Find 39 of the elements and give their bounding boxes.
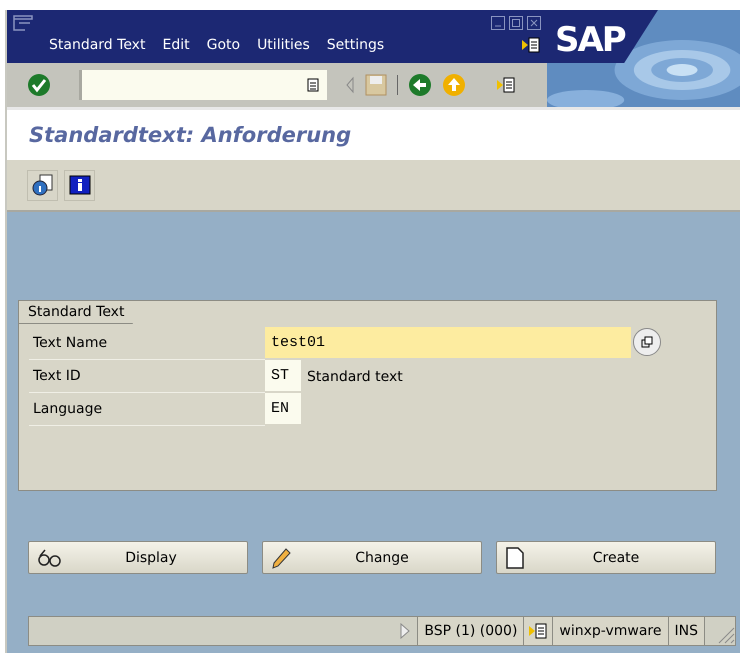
action-button[interactable]: Display bbox=[28, 541, 248, 574]
glasses-icon bbox=[37, 548, 63, 568]
screen-title: Standardtext: Anforderung bbox=[29, 123, 352, 147]
menu-list-icon[interactable] bbox=[521, 36, 541, 54]
insert-mode: INS bbox=[668, 617, 705, 645]
maximize-icon[interactable] bbox=[509, 16, 523, 30]
input-field[interactable]: ST bbox=[265, 360, 301, 391]
check-icon[interactable] bbox=[27, 73, 51, 97]
logo: SAP bbox=[555, 20, 625, 60]
command-field[interactable] bbox=[79, 70, 327, 100]
info-button[interactable] bbox=[64, 170, 95, 200]
document-info-icon bbox=[32, 174, 54, 196]
session-info: BSP (1) (000) bbox=[418, 617, 524, 645]
window-menu-icon[interactable] bbox=[13, 15, 33, 31]
value-help-button[interactable] bbox=[633, 328, 661, 356]
field-description: Standard text bbox=[306, 368, 403, 386]
back-icon[interactable] bbox=[408, 73, 432, 97]
server-info: winxp-vmware bbox=[553, 617, 668, 645]
document-icon bbox=[505, 546, 525, 568]
input-field[interactable]: test01 bbox=[265, 327, 631, 358]
menu-list-icon[interactable] bbox=[528, 622, 548, 640]
value-help-icon bbox=[641, 336, 653, 348]
menu-item[interactable]: Utilities bbox=[257, 37, 310, 53]
menu-item[interactable]: Goto bbox=[206, 37, 240, 53]
document-info-button[interactable] bbox=[27, 170, 58, 200]
close-icon[interactable] bbox=[527, 16, 541, 30]
menu-item[interactable]: Standard Text bbox=[49, 37, 146, 53]
info-icon bbox=[68, 175, 90, 195]
menu-list-icon[interactable] bbox=[496, 76, 516, 94]
expand-icon[interactable] bbox=[399, 622, 412, 640]
action-button[interactable]: Change bbox=[262, 541, 482, 574]
action-button[interactable]: Create bbox=[496, 541, 716, 574]
menu-item[interactable]: Edit bbox=[162, 37, 190, 53]
history-icon[interactable] bbox=[307, 78, 319, 92]
save-icon[interactable] bbox=[365, 74, 387, 96]
pencil-icon bbox=[271, 546, 291, 568]
input-field[interactable]: EN bbox=[265, 393, 301, 424]
minimize-icon[interactable] bbox=[491, 16, 505, 30]
menu-item[interactable]: Settings bbox=[326, 37, 384, 53]
